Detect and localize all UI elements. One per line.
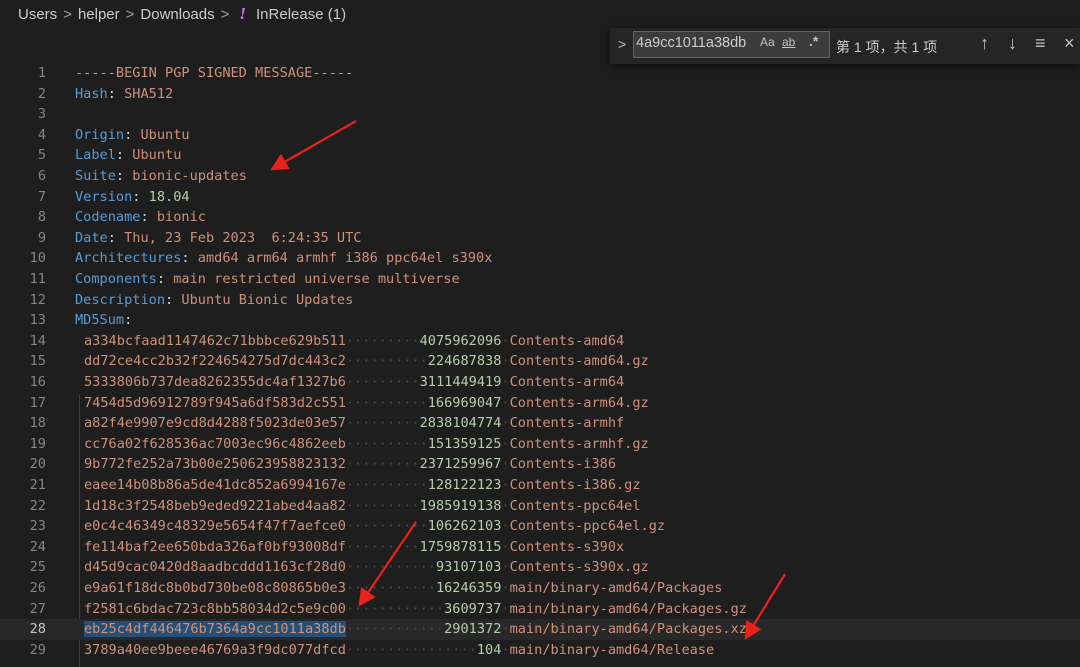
red-arrow-hash-line-28 <box>358 521 417 607</box>
red-arrow-packages-xz <box>744 573 786 640</box>
red-arrow-suite <box>270 120 357 171</box>
annotation-arrows <box>270 120 786 640</box>
